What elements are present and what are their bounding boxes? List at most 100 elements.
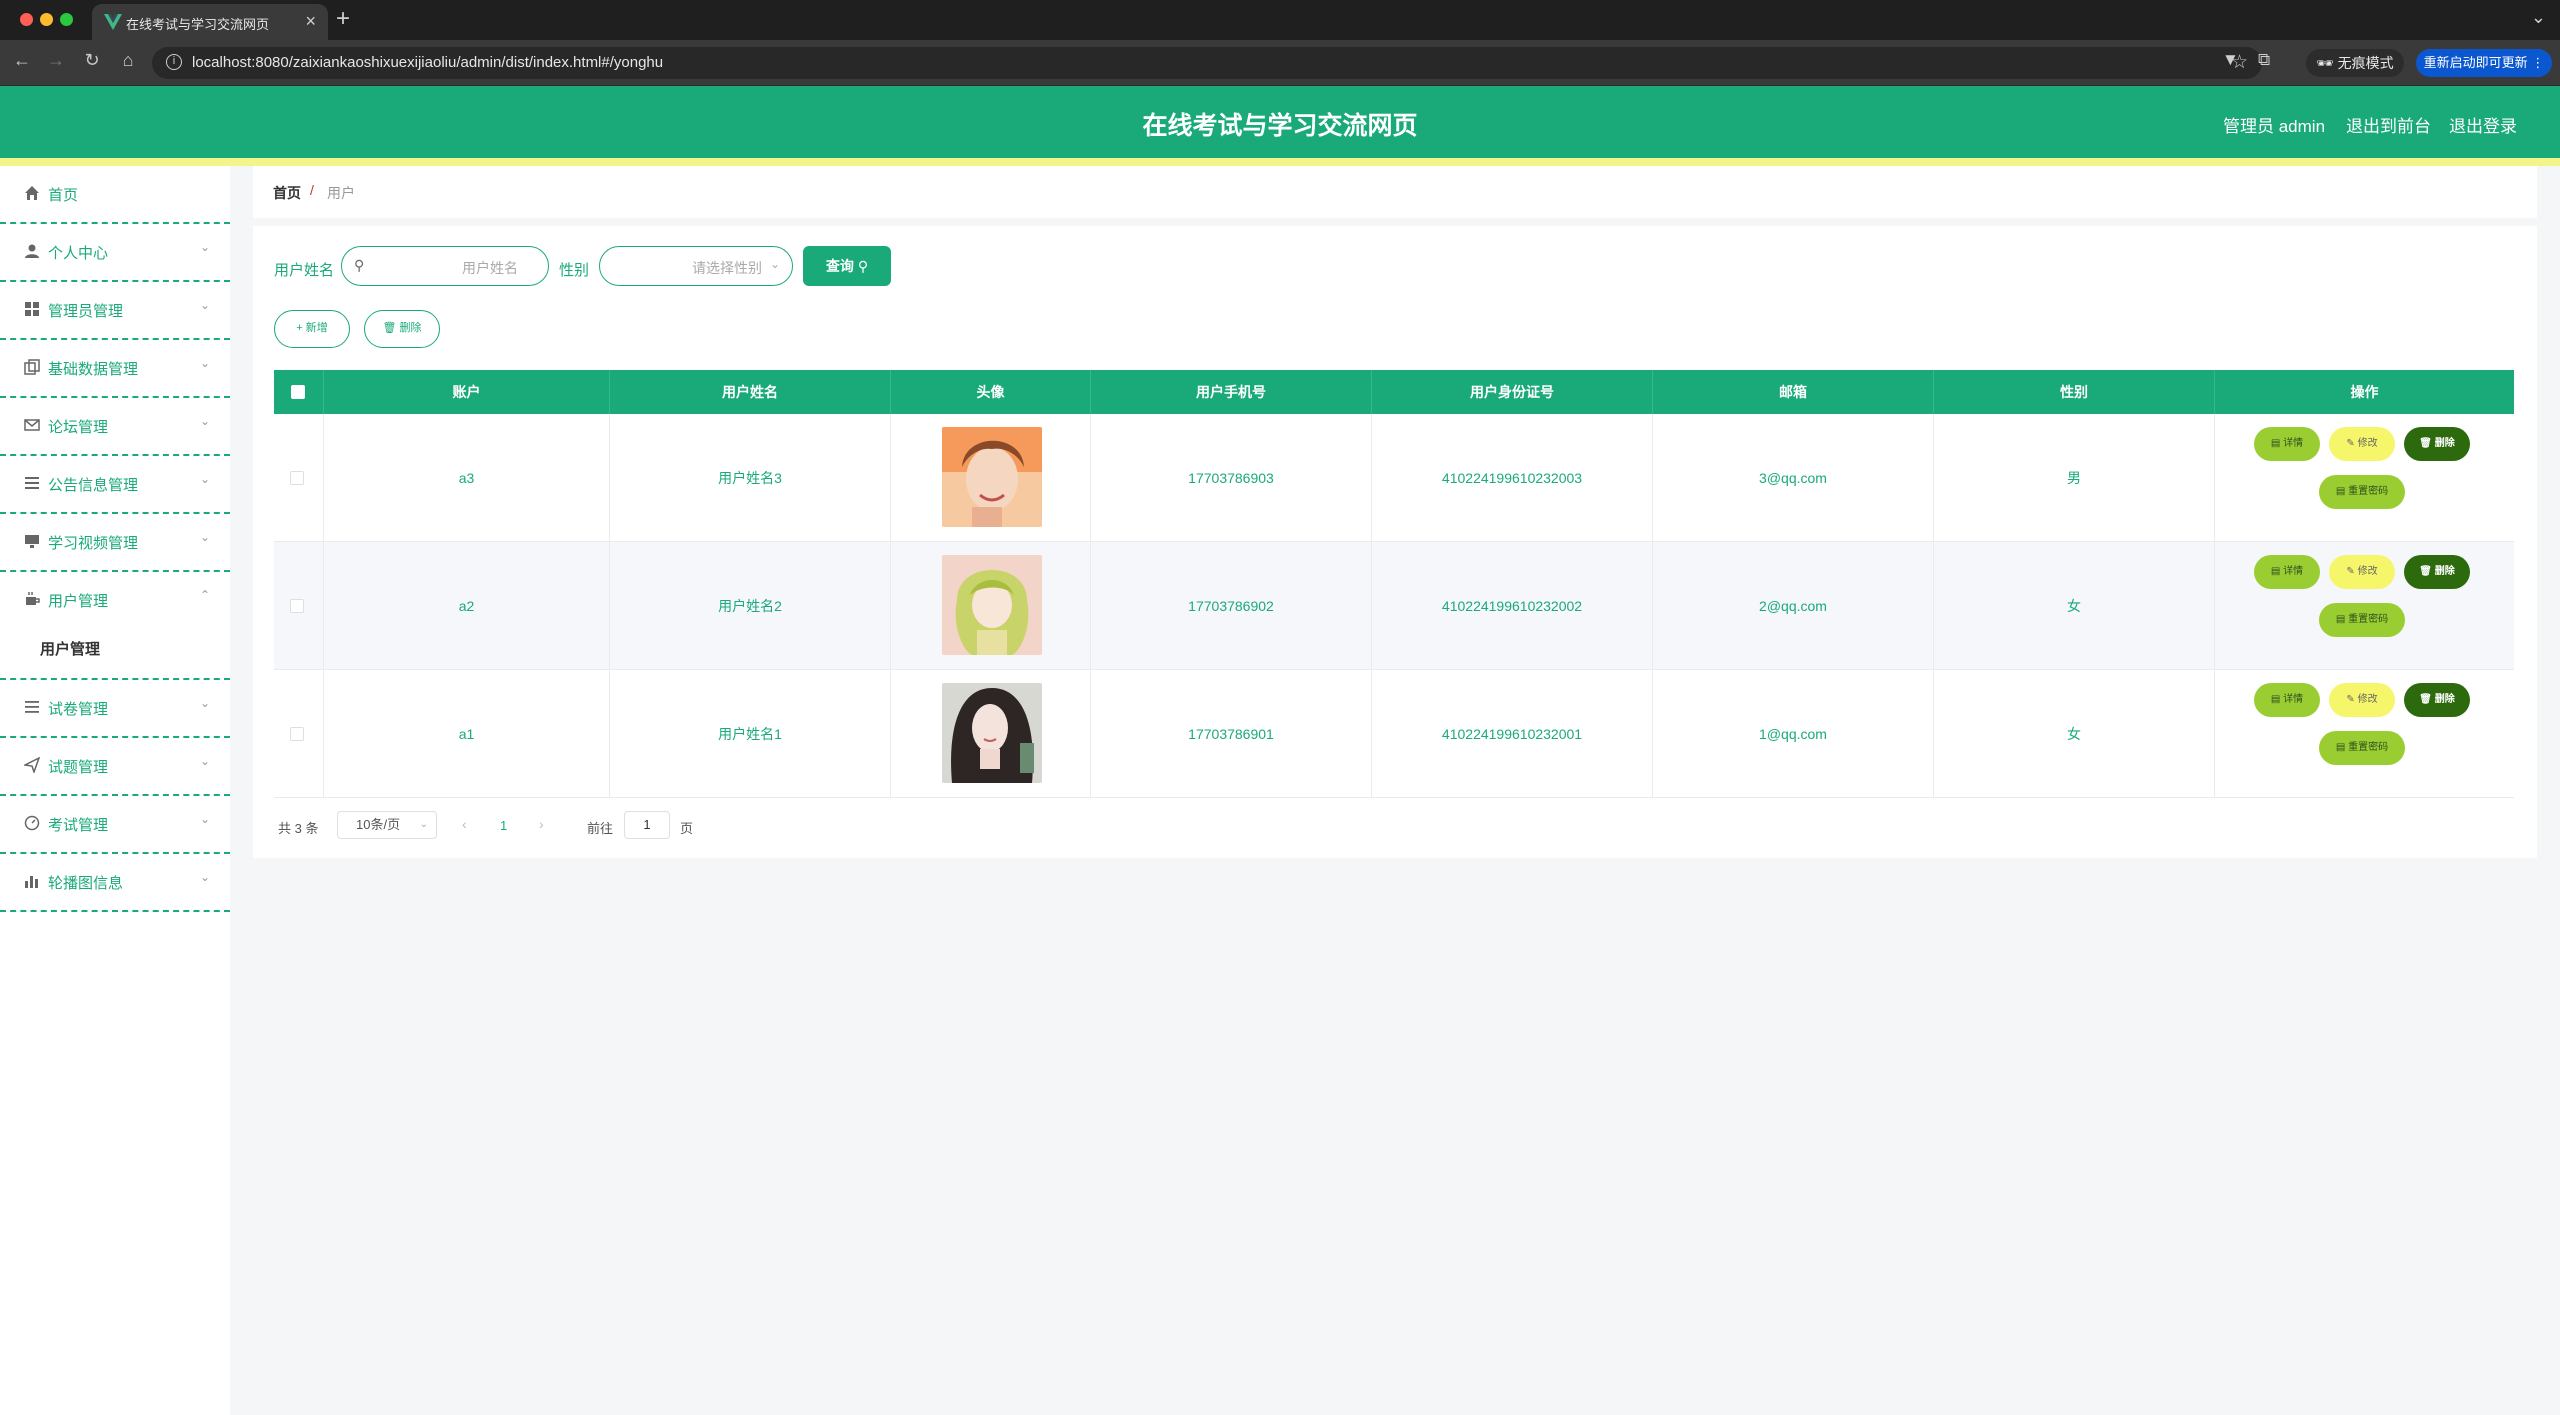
more-menu-icon: ⋮ — [2531, 55, 2545, 70]
gauge-icon — [24, 815, 40, 831]
tab-title: 在线考试与学习交流网页 — [126, 17, 270, 32]
address-bar[interactable]: i localhost:8080/zaixiankaoshixuexijiaol… — [152, 47, 2262, 79]
sidebar-item-exam-management[interactable]: 考试管理 ⌄ — [0, 796, 230, 854]
logout-link[interactable]: 退出登录 — [2449, 112, 2517, 137]
detail-button[interactable]: ▤ 详情 — [2254, 555, 2320, 589]
row-checkbox[interactable] — [290, 599, 304, 613]
goto-prefix: 前往 — [587, 821, 614, 836]
monitor-icon — [25, 535, 39, 548]
edit-button[interactable]: ✎ 修改 — [2329, 427, 2395, 461]
sidebar-subitem-user-management[interactable]: 用户管理 — [0, 622, 230, 678]
header-select-all[interactable] — [274, 370, 324, 414]
tab-search-icon[interactable]: ⌄ — [2531, 7, 2546, 28]
pagination: 共 3 条 10条/页 ⌄ ‹ 1 › 前往 1 页 — [274, 811, 874, 841]
browser-tab-bar: 在线考试与学习交流网页 × + ⌄ — [0, 0, 2560, 40]
site-info-icon[interactable]: i — [166, 54, 182, 70]
detail-label: 详情 — [2283, 438, 2304, 449]
reset-password-button[interactable]: ▤ 重置密码 — [2319, 603, 2405, 637]
detail-button[interactable]: ▤ 详情 — [2254, 683, 2320, 717]
sidebar-item-paper-management[interactable]: 试卷管理 ⌄ — [0, 680, 230, 738]
extensions-puzzle-icon[interactable]: ⧉ — [2258, 50, 2270, 70]
breadcrumb-separator: / — [310, 182, 314, 198]
query-button[interactable]: 查询 ⚲ — [803, 246, 891, 286]
minimize-window-icon[interactable] — [40, 13, 53, 26]
browser-toolbar: ← → ↻ ⌂ i localhost:8080/zaixiankaoshixu… — [0, 40, 2560, 86]
select-all-checkbox[interactable] — [291, 385, 305, 399]
column-header: 账户 — [324, 370, 610, 414]
batch-delete-button[interactable]: 🗑 删除 — [364, 310, 440, 348]
edit-icon: ✎ — [2346, 438, 2355, 449]
update-button[interactable]: 重新启动即可更新 ⋮ — [2416, 49, 2552, 77]
breadcrumb-current: 用户 — [327, 185, 355, 201]
column-header: 用户身份证号 — [1372, 370, 1653, 414]
detail-button[interactable]: ▤ 详情 — [2254, 427, 2320, 461]
back-to-front-link[interactable]: 退出到前台 — [2346, 112, 2431, 137]
delete-button[interactable]: 🗑 删除 — [2404, 427, 2470, 461]
close-window-icon[interactable] — [20, 13, 33, 26]
sidebar-item-question-management[interactable]: 试题管理 ⌄ — [0, 738, 230, 796]
delete-button[interactable]: 🗑 删除 — [2404, 555, 2470, 589]
page-number-current[interactable]: 1 — [500, 818, 507, 833]
avatar[interactable] — [942, 427, 1042, 527]
row-checkbox[interactable] — [290, 471, 304, 485]
column-header: 用户手机号 — [1091, 370, 1372, 414]
header-accent-stripe — [0, 158, 2560, 166]
reload-icon[interactable]: ↻ — [80, 50, 104, 71]
pagination-total: 共 3 条 — [278, 821, 319, 836]
coffee-icon — [26, 592, 40, 605]
home-icon[interactable]: ⌂ — [116, 50, 140, 71]
column-header: 邮箱 — [1653, 370, 1934, 414]
vue-logo-icon — [104, 14, 122, 30]
tab-close-icon[interactable]: × — [305, 11, 316, 32]
sidebar-item-user-management[interactable]: 用户管理 ⌃ 用户管理 — [0, 572, 230, 680]
chevron-down-icon: ⌄ — [199, 696, 210, 710]
incognito-label: 无痕模式 — [2337, 55, 2394, 71]
home-icon — [25, 186, 39, 200]
browser-tab[interactable]: 在线考试与学习交流网页 × — [92, 4, 328, 40]
name-search-input[interactable]: ⚲ 用户姓名 — [341, 246, 549, 286]
breadcrumb: 首页 / 用户 — [253, 166, 2537, 218]
sidebar-item-study-video[interactable]: 学习视频管理 ⌄ — [0, 514, 230, 572]
gender-select[interactable]: 请选择性别 ⌄ — [599, 246, 793, 286]
new-tab-icon[interactable]: + — [336, 5, 350, 33]
chevron-down-icon: ⌄ — [199, 870, 210, 884]
email-cell: 2@qq.com — [1653, 542, 1934, 670]
sidebar-item-basic-data[interactable]: 基础数据管理 ⌄ — [0, 340, 230, 398]
goto-page-input[interactable]: 1 — [624, 811, 670, 839]
email-cell: 3@qq.com — [1653, 414, 1934, 542]
delete-button[interactable]: 🗑 删除 — [2404, 683, 2470, 717]
sidebar-item-admin-management[interactable]: 管理员管理 ⌄ — [0, 282, 230, 340]
forward-icon[interactable]: → — [44, 50, 68, 71]
copy-icon — [24, 359, 40, 375]
search-icon: ⚲ — [354, 257, 365, 273]
sidebar-item-personal-center[interactable]: 个人中心 ⌄ — [0, 224, 230, 282]
next-page-icon[interactable]: › — [539, 816, 544, 832]
prev-page-icon[interactable]: ‹ — [462, 816, 467, 832]
back-icon[interactable]: ← — [10, 50, 34, 71]
account-cell: a1 — [324, 670, 610, 798]
chevron-down-icon: ⌄ — [199, 812, 210, 826]
sidebar-item-carousel[interactable]: 轮播图信息 ⌄ — [0, 854, 230, 912]
sidebar-item-forum[interactable]: 论坛管理 ⌄ — [0, 398, 230, 456]
detail-icon: ▤ — [2270, 694, 2281, 705]
extension-icon[interactable]: ▼ — [2222, 50, 2239, 70]
id-card-cell: 410224199610232001 — [1372, 670, 1653, 798]
row-checkbox[interactable] — [290, 727, 304, 741]
incognito-badge[interactable]: 🕶 无痕模式 — [2306, 49, 2404, 77]
avatar[interactable] — [942, 683, 1042, 783]
chevron-down-icon: ⌄ — [419, 819, 428, 830]
add-button[interactable]: + 新增 — [274, 310, 350, 348]
page-size-select[interactable]: 10条/页 ⌄ — [337, 811, 437, 839]
sidebar-item-announcement[interactable]: 公告信息管理 ⌄ — [0, 456, 230, 514]
edit-button[interactable]: ✎ 修改 — [2329, 683, 2395, 717]
reset-password-button[interactable]: ▤ 重置密码 — [2319, 731, 2405, 765]
edit-button[interactable]: ✎ 修改 — [2329, 555, 2395, 589]
sidebar-item-label: 轮播图信息 — [48, 875, 124, 892]
reset-password-button[interactable]: ▤ 重置密码 — [2319, 475, 2405, 509]
sidebar-item-home[interactable]: 首页 — [0, 166, 230, 224]
avatar[interactable] — [942, 555, 1042, 655]
breadcrumb-home[interactable]: 首页 — [273, 183, 301, 203]
maximize-window-icon[interactable] — [60, 13, 73, 26]
phone-cell: 17703786903 — [1091, 414, 1372, 542]
sidebar-item-label: 论坛管理 — [48, 419, 109, 436]
